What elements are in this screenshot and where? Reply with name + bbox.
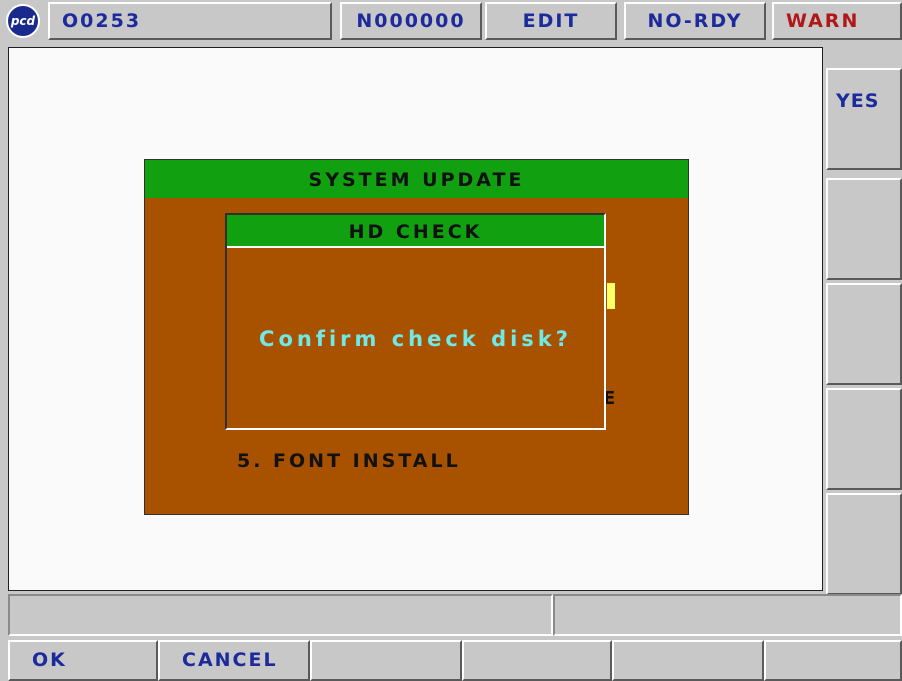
- program-number: O0253: [48, 2, 332, 40]
- confirm-title: HD CHECK: [227, 215, 604, 248]
- mode-indicator: EDIT: [485, 2, 617, 40]
- bottom-softkey-6[interactable]: [764, 640, 902, 681]
- bottom-softkey-3[interactable]: [310, 640, 462, 681]
- softkey-yes[interactable]: YES: [826, 68, 902, 170]
- warning-indicator: WARN: [772, 2, 902, 40]
- softkey-ok[interactable]: OK: [8, 640, 158, 681]
- side-softkey-2[interactable]: [826, 178, 902, 280]
- menu-item-font-install[interactable]: 5. FONT INSTALL: [237, 450, 461, 472]
- softkey-cancel[interactable]: CANCEL: [158, 640, 310, 681]
- bottom-softkey-4[interactable]: [462, 640, 612, 681]
- dialog-title: SYSTEM UPDATE: [145, 160, 688, 198]
- bottom-softkey-5[interactable]: [612, 640, 764, 681]
- side-softkey-5[interactable]: [826, 493, 902, 595]
- sequence-number: N000000: [340, 2, 482, 40]
- message-bar-right: [553, 594, 902, 636]
- side-softkey-4[interactable]: [826, 388, 902, 490]
- hd-check-dialog: HD CHECK Confirm check disk?: [225, 213, 606, 430]
- ready-status: NO-RDY: [624, 2, 766, 40]
- pcd-logo: pcd: [6, 4, 40, 38]
- top-status-bar: pcd O0253 N000000 EDIT NO-RDY WARN: [0, 0, 902, 45]
- side-softkey-3[interactable]: [826, 283, 902, 385]
- text-cursor: [607, 283, 615, 309]
- message-bar: [8, 594, 553, 636]
- confirm-message: Confirm check disk?: [259, 327, 572, 351]
